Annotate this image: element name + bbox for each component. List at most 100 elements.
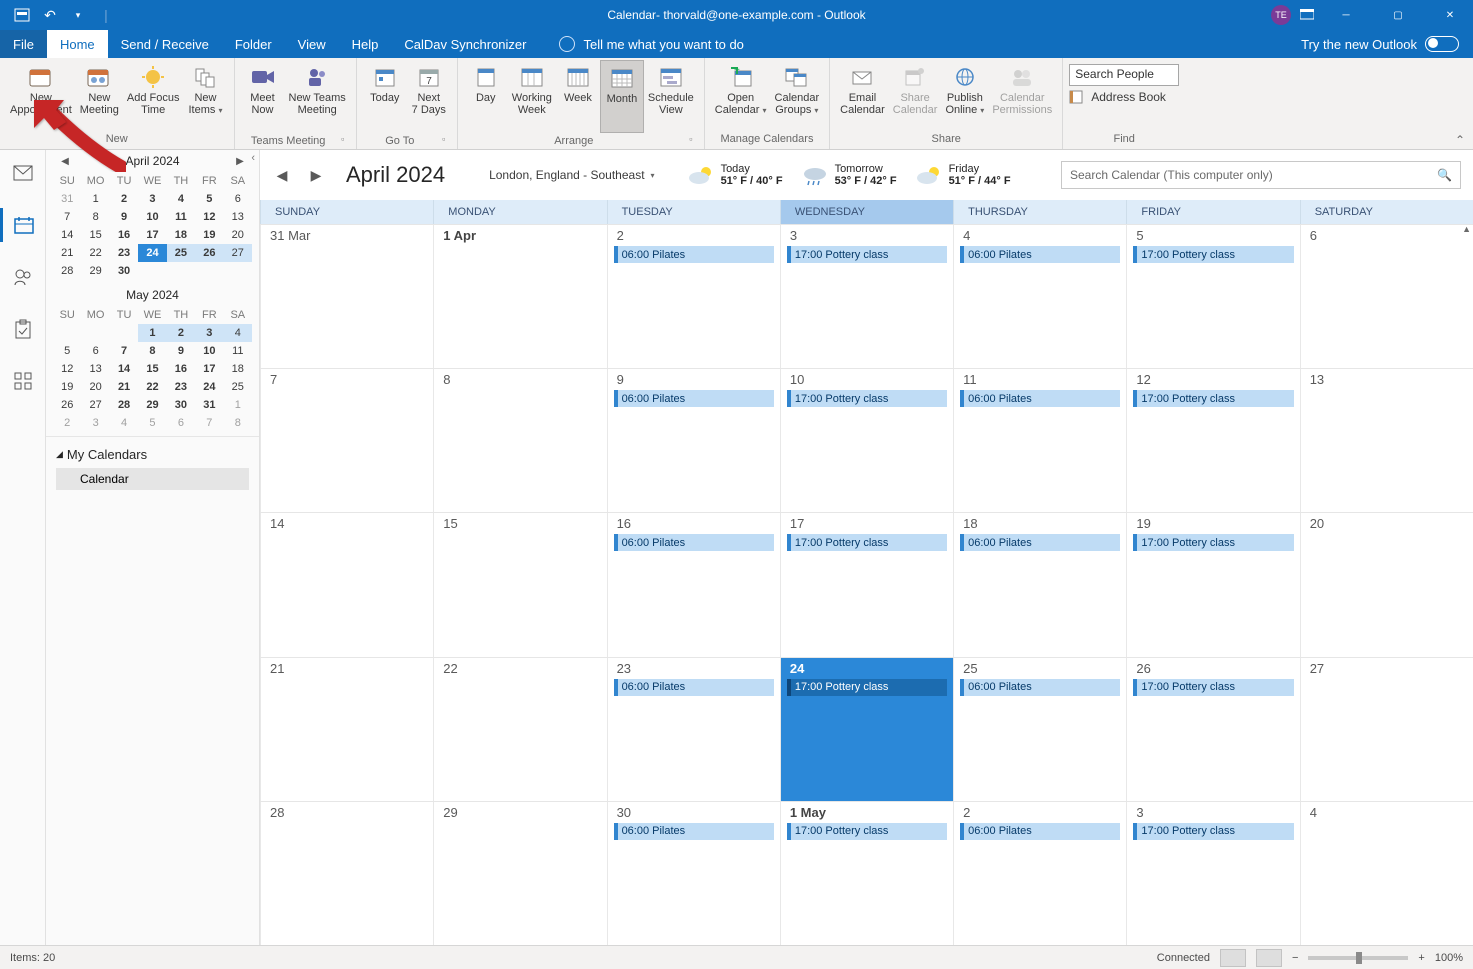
mini-day[interactable]: 30 xyxy=(167,396,195,414)
user-avatar[interactable]: TE xyxy=(1271,5,1291,25)
mini-month-april[interactable]: ◀April 2024▶SUMOTUWETHFRSA31123456789101… xyxy=(46,150,259,284)
event[interactable]: 06:00 Pilates xyxy=(614,246,774,263)
mini-day[interactable]: 9 xyxy=(167,342,195,360)
minimize-button[interactable]: ─ xyxy=(1323,0,1369,30)
mini-day[interactable]: 18 xyxy=(167,226,195,244)
event[interactable]: 17:00 Pottery class xyxy=(1133,534,1293,551)
event[interactable]: 06:00 Pilates xyxy=(614,823,774,840)
mini-day[interactable]: 2 xyxy=(110,190,138,208)
mini-day[interactable]: 22 xyxy=(81,244,109,262)
day-cell[interactable]: 3006:00 Pilates xyxy=(607,802,780,945)
day-cell[interactable]: 7 xyxy=(260,369,433,512)
mini-day[interactable]: 10 xyxy=(138,208,166,226)
mini-day[interactable] xyxy=(224,262,252,280)
mini-day[interactable]: 8 xyxy=(138,342,166,360)
mini-day[interactable]: 12 xyxy=(195,208,223,226)
mini-day[interactable]: 7 xyxy=(195,414,223,432)
mini-day[interactable]: 3 xyxy=(81,414,109,432)
mini-day[interactable] xyxy=(81,324,109,342)
month-grid[interactable]: ▲31 Mar1 Apr206:00 Pilates317:00 Pottery… xyxy=(260,224,1473,945)
search-people-input[interactable]: Search People xyxy=(1069,64,1179,86)
collapse-ribbon-icon[interactable]: ⌃ xyxy=(1455,133,1465,147)
weather-day[interactable]: Friday51° F / 44° F xyxy=(915,163,1011,187)
zoom-out-icon[interactable]: − xyxy=(1292,952,1298,964)
mini-day[interactable]: 19 xyxy=(195,226,223,244)
event[interactable]: 17:00 Pottery class xyxy=(787,390,947,407)
mini-day[interactable]: 14 xyxy=(53,226,81,244)
redo-icon[interactable]: ▾ xyxy=(66,3,90,27)
day-cell[interactable]: 317:00 Pottery class xyxy=(780,225,953,368)
dialog-launcher-icon[interactable]: ▫ xyxy=(336,134,350,148)
maximize-button[interactable]: ▢ xyxy=(1375,0,1421,30)
mini-day[interactable]: 29 xyxy=(81,262,109,280)
prev-mini-month[interactable]: ◀ xyxy=(59,156,71,167)
reading-view-button[interactable] xyxy=(1256,949,1282,967)
open-calendar-button[interactable]: +Open Calendar ▾ xyxy=(711,60,771,133)
calendar-groups-button[interactable]: Calendar Groups ▾ xyxy=(771,60,824,133)
mini-day[interactable]: 17 xyxy=(138,226,166,244)
tab-send-receive[interactable]: Send / Receive xyxy=(108,30,222,58)
mini-day[interactable]: 7 xyxy=(110,342,138,360)
day-cell[interactable]: 4 xyxy=(1300,802,1473,945)
qat-window-icon[interactable] xyxy=(10,3,34,27)
mini-day[interactable] xyxy=(167,262,195,280)
day-cell[interactable]: 206:00 Pilates xyxy=(607,225,780,368)
tab-view[interactable]: View xyxy=(285,30,339,58)
day-cell[interactable]: 20 xyxy=(1300,513,1473,656)
day-cell[interactable]: 1606:00 Pilates xyxy=(607,513,780,656)
mini-day[interactable]: 31 xyxy=(53,190,81,208)
mini-day[interactable]: 6 xyxy=(81,342,109,360)
mini-day[interactable]: 31 xyxy=(195,396,223,414)
mini-day[interactable]: 6 xyxy=(224,190,252,208)
day-cell[interactable]: 27 xyxy=(1300,658,1473,801)
mini-day[interactable]: 16 xyxy=(167,360,195,378)
try-new-outlook[interactable]: Try the new Outlook xyxy=(1301,30,1459,58)
event[interactable]: 17:00 Pottery class xyxy=(1133,246,1293,263)
my-calendars-header[interactable]: ◢My Calendars xyxy=(56,447,249,462)
day-cell[interactable]: 29 xyxy=(433,802,606,945)
event[interactable]: 06:00 Pilates xyxy=(614,390,774,407)
mini-day[interactable] xyxy=(53,324,81,342)
day-cell[interactable]: 31 Mar xyxy=(260,225,433,368)
event[interactable]: 17:00 Pottery class xyxy=(787,679,947,696)
day-cell[interactable]: 406:00 Pilates xyxy=(953,225,1126,368)
mini-day[interactable]: 30 xyxy=(110,262,138,280)
tab-file[interactable]: File xyxy=(0,30,47,58)
mini-day[interactable]: 8 xyxy=(224,414,252,432)
mini-day[interactable]: 17 xyxy=(195,360,223,378)
mini-day[interactable]: 25 xyxy=(224,378,252,396)
mini-day[interactable]: 13 xyxy=(224,208,252,226)
mini-day[interactable]: 4 xyxy=(110,414,138,432)
toggle-icon[interactable] xyxy=(1425,36,1459,52)
address-book-button[interactable]: Address Book xyxy=(1069,90,1179,104)
mini-day[interactable]: 24 xyxy=(195,378,223,396)
day-cell[interactable]: 6 xyxy=(1300,225,1473,368)
mini-day[interactable]: 18 xyxy=(224,360,252,378)
month-button[interactable]: Month xyxy=(600,60,644,133)
mini-day[interactable]: 5 xyxy=(195,190,223,208)
mini-day[interactable]: 15 xyxy=(81,226,109,244)
calendar-item[interactable]: Calendar xyxy=(56,468,249,490)
event[interactable]: 17:00 Pottery class xyxy=(1133,679,1293,696)
mini-day[interactable]: 10 xyxy=(195,342,223,360)
day-cell[interactable]: 22 xyxy=(433,658,606,801)
new-meeting-button[interactable]: New Meeting xyxy=(76,60,123,133)
day-cell[interactable]: 2417:00 Pottery class xyxy=(780,658,953,801)
mini-day[interactable]: 1 xyxy=(138,324,166,342)
schedule-view-button[interactable]: Schedule View xyxy=(644,60,698,133)
tab-caldav[interactable]: CalDav Synchronizer xyxy=(391,30,539,58)
day-cell[interactable]: 1 May17:00 Pottery class xyxy=(780,802,953,945)
day-button[interactable]: Day xyxy=(464,60,508,133)
zoom-slider[interactable] xyxy=(1308,956,1408,960)
next-month-button[interactable]: ▶ xyxy=(306,165,326,185)
mini-day[interactable]: 26 xyxy=(195,244,223,262)
mini-day[interactable]: 20 xyxy=(224,226,252,244)
tasks-rail-button[interactable] xyxy=(0,312,46,346)
day-cell[interactable]: 1017:00 Pottery class xyxy=(780,369,953,512)
day-cell[interactable]: 906:00 Pilates xyxy=(607,369,780,512)
normal-view-button[interactable] xyxy=(1220,949,1246,967)
event[interactable]: 06:00 Pilates xyxy=(614,679,774,696)
tab-home[interactable]: Home xyxy=(47,30,108,58)
mini-day[interactable]: 15 xyxy=(138,360,166,378)
event[interactable]: 17:00 Pottery class xyxy=(1133,390,1293,407)
